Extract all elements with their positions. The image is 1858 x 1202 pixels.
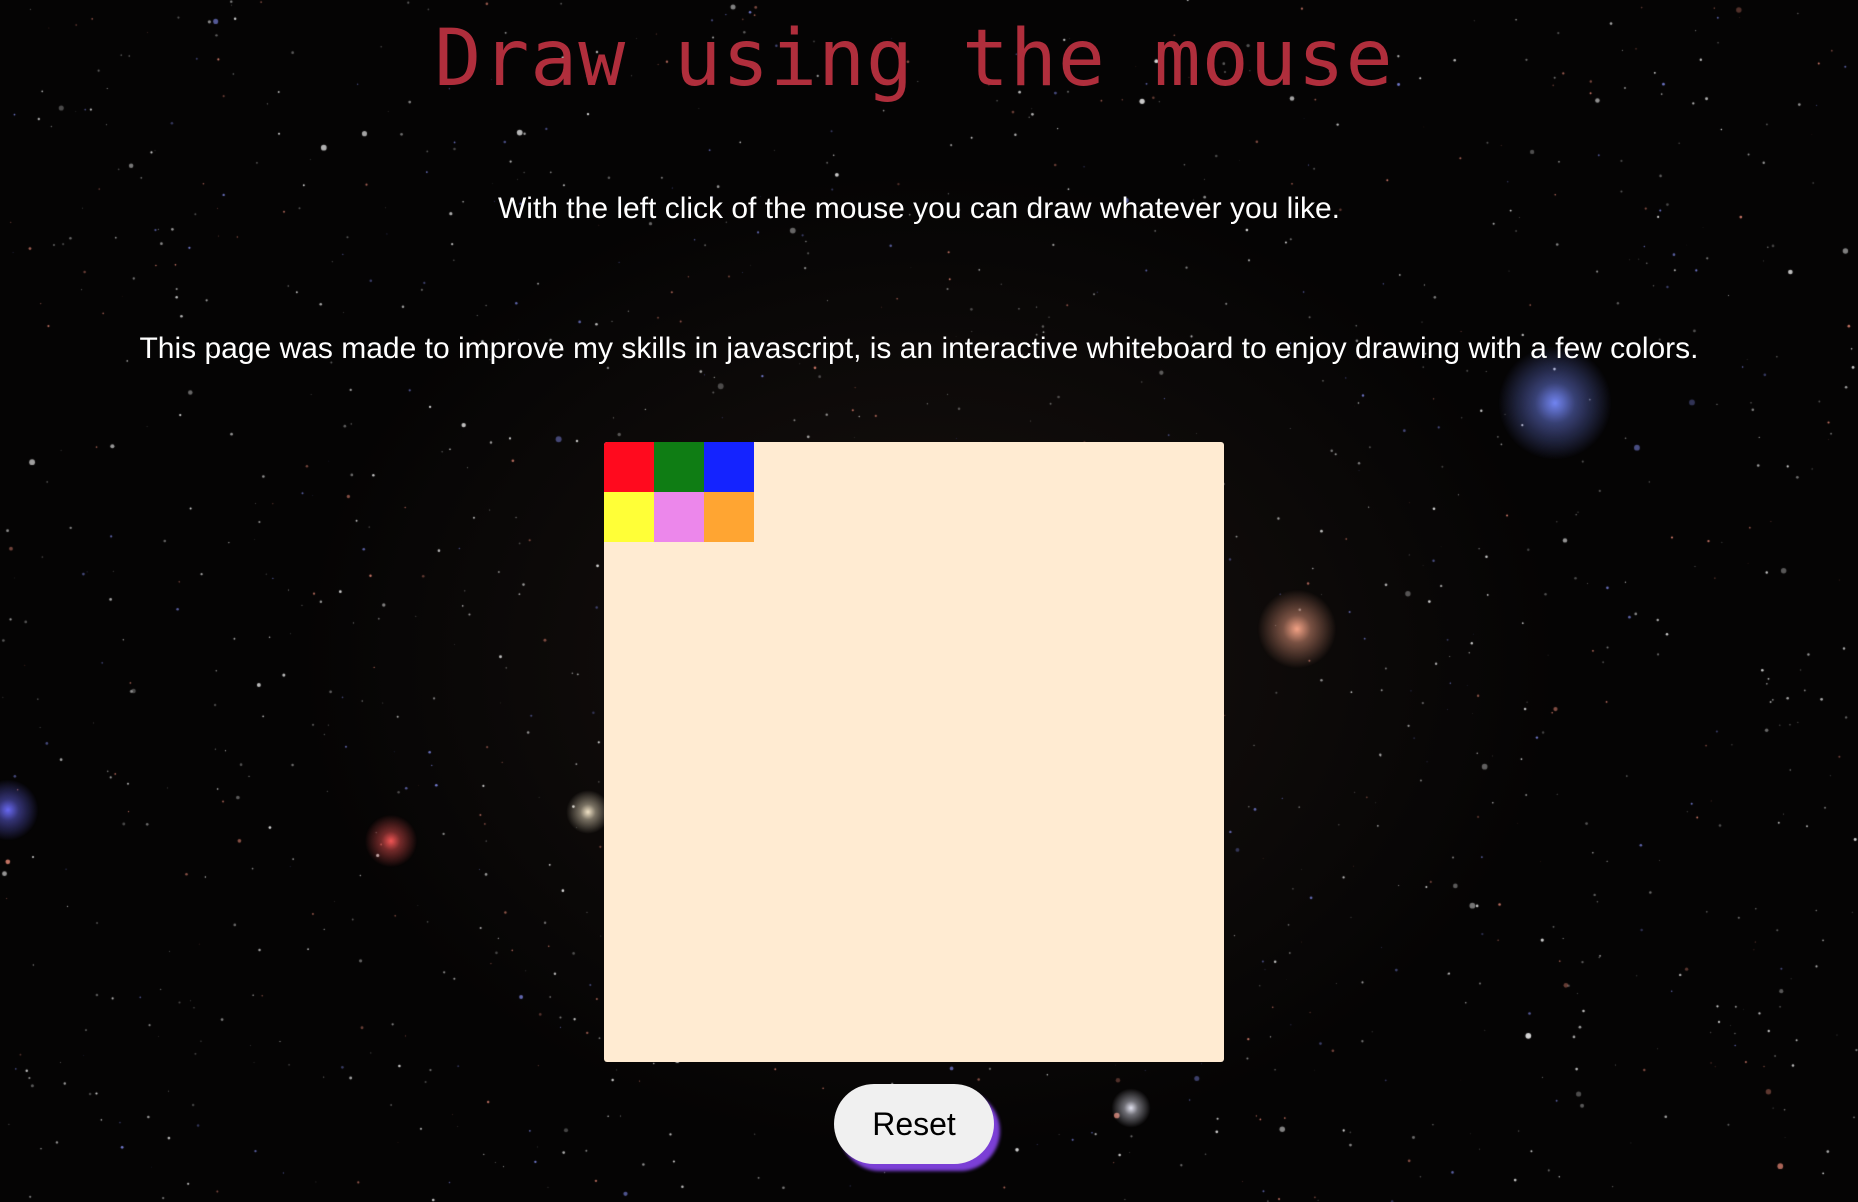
color-swatch-yellow[interactable] [604,492,654,542]
color-swatch-orange[interactable] [704,492,754,542]
color-swatch-blue[interactable] [704,442,754,492]
color-swatch-red[interactable] [604,442,654,492]
reset-button[interactable]: Reset [834,1084,994,1164]
instructions-text: With the left click of the mouse you can… [497,192,1341,225]
color-swatch-violet[interactable] [654,492,704,542]
color-swatch-green[interactable] [654,442,704,492]
whiteboard-canvas[interactable] [604,442,1224,1062]
page-title: Draw using the mouse [434,14,1394,104]
description-text: This page was made to improve my skills … [139,332,1699,365]
color-palette [604,442,754,542]
page: Draw using the mouse With the left click… [0,0,1858,1202]
